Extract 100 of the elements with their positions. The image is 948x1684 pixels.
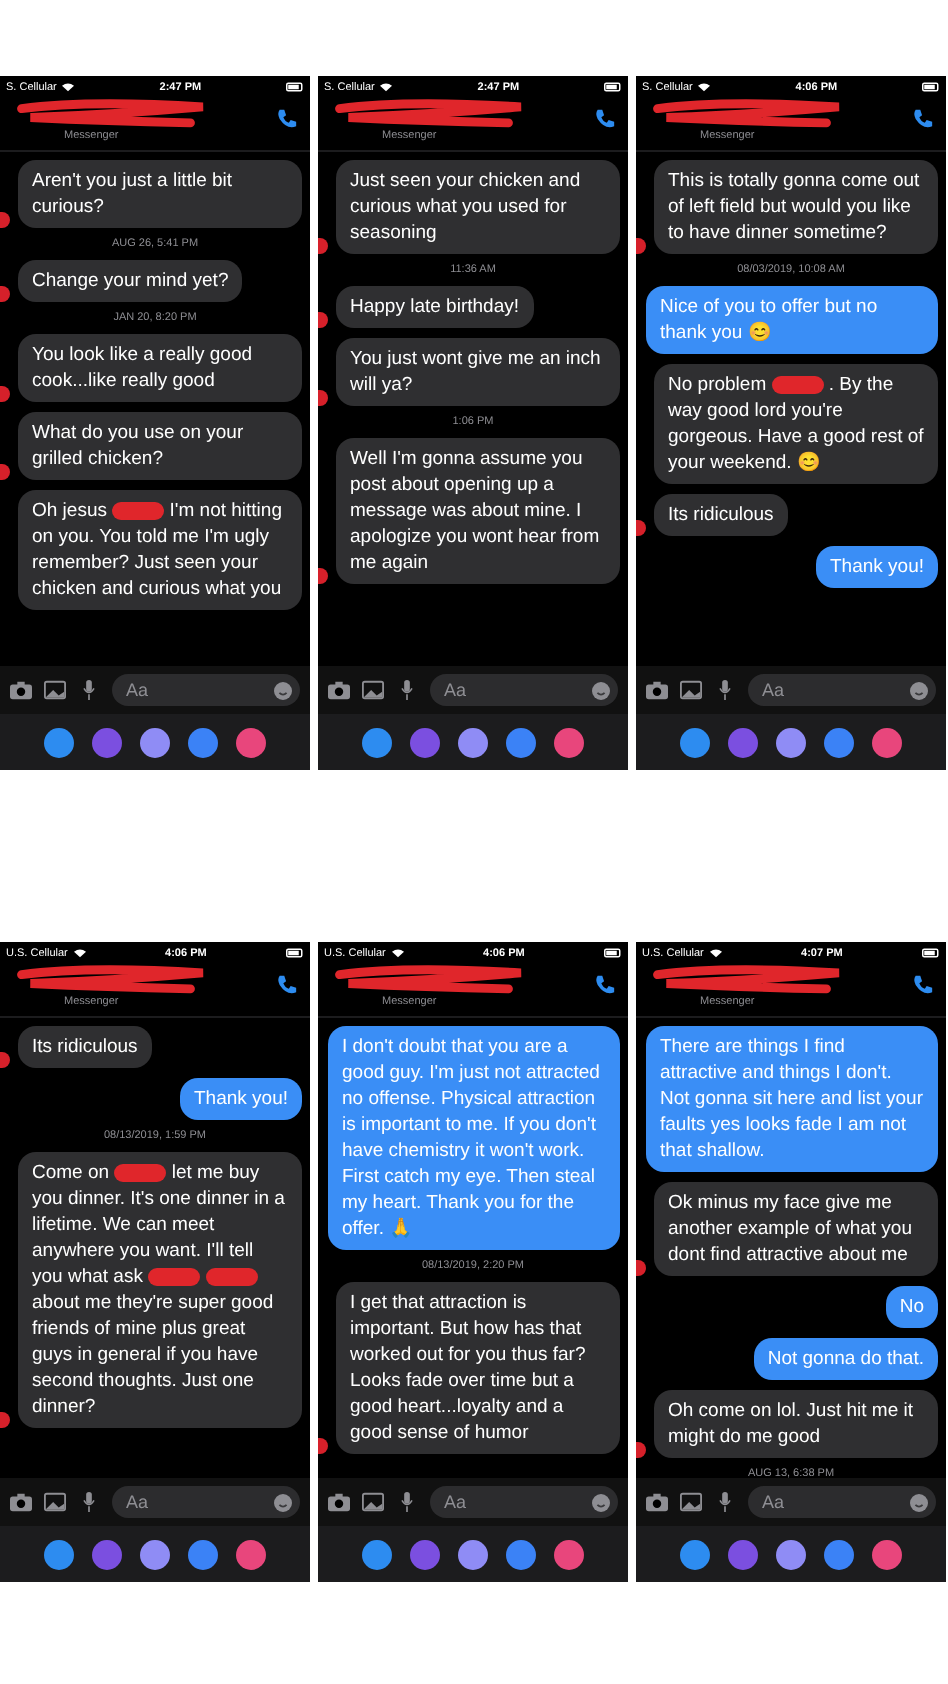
app-icon[interactable] [44,1539,74,1569]
wifi-icon [698,82,711,92]
message-bubble: Thank you! [180,1078,302,1120]
app-icon[interactable] [188,1539,218,1569]
app-icon[interactable] [458,727,488,757]
message-field[interactable]: Aa [112,1486,300,1518]
app-icon[interactable] [824,727,854,757]
app-icon[interactable] [506,1539,536,1569]
message-bubble: Aren't you just a little bit curious? [18,160,302,228]
image-icon[interactable] [44,680,66,700]
message-bubble: This is totally gonna come out of left field but would you like to have dinner sometime? [654,160,938,254]
mic-icon[interactable] [396,680,418,700]
message-bubble: Happy late birthday! [336,286,533,328]
wifi-icon [380,82,393,92]
app-icon[interactable] [680,1539,710,1569]
app-icon[interactable] [776,727,806,757]
battery-icon [603,948,622,958]
app-icon[interactable] [410,727,440,757]
wifi-icon [73,948,86,958]
message-bubble: What do you use on your grilled chicken? [18,412,302,480]
app-icon[interactable] [680,727,710,757]
wifi-icon [391,948,404,958]
smiley-icon[interactable] [592,681,610,699]
camera-icon[interactable] [328,680,350,700]
message-bubble: Not gonna do that. [753,1338,938,1380]
message-bubble: Thank you! [816,546,938,588]
camera-icon[interactable] [10,1492,32,1512]
app-icon[interactable] [236,1539,266,1569]
wifi-icon [62,82,75,92]
message-bubble: No [885,1286,938,1328]
wifi-icon [709,948,722,958]
smiley-icon[interactable] [274,681,292,699]
app-icon[interactable] [92,727,122,757]
app-icon[interactable] [728,1539,758,1569]
phone-icon[interactable] [276,974,298,996]
image-icon[interactable] [362,1492,384,1512]
phone-icon[interactable] [276,108,298,130]
message-field[interactable]: Aa [748,1486,936,1518]
phone-icon[interactable] [912,108,934,130]
app-icon[interactable] [92,1539,122,1569]
app-icon[interactable] [554,1539,584,1569]
message-bubble: You just wont give me an inch will ya? [336,338,620,406]
smiley-icon[interactable] [592,1493,610,1511]
battery-icon [921,948,940,958]
message-field[interactable]: Aa [430,674,618,706]
app-icon[interactable] [728,727,758,757]
image-icon[interactable] [44,1492,66,1512]
app-icon[interactable] [824,1539,854,1569]
app-icon[interactable] [140,1539,170,1569]
mic-icon[interactable] [78,680,100,700]
message-bubble: Well I'm gonna assume you post about opening up a message was about mine. I apologize you wont hear from me again [336,438,620,584]
smiley-icon[interactable] [910,1493,928,1511]
message-bubble: Ok minus my face give me another example of what you dont find attractive about me [654,1182,938,1276]
message-bubble: No problem . By the way good lord you're gorgeous. Have a good rest of your weekend. 😊 [654,364,938,484]
message-bubble: Change your mind yet? [18,260,243,302]
phone-icon[interactable] [912,974,934,996]
message-bubble: You look like a really good cook...like really good [18,334,302,402]
app-icon[interactable] [506,727,536,757]
camera-icon[interactable] [646,1492,668,1512]
app-icon[interactable] [554,727,584,757]
camera-icon[interactable] [10,680,32,700]
app-icon[interactable] [140,727,170,757]
message-bubble: Nice of you to offer but no thank you 😊 [646,286,938,354]
app-icon[interactable] [362,1539,392,1569]
mic-icon[interactable] [396,1492,418,1512]
image-icon[interactable] [680,1492,702,1512]
message-field[interactable]: Aa [748,674,936,706]
message-bubble: I get that attraction is important. But how has that worked out for you thus far? Looks fade over time but a good heart...loyalty and a good sense of humor [336,1282,620,1454]
message-field[interactable]: Aa [112,674,300,706]
mic-icon[interactable] [714,1492,736,1512]
message-bubble: There are things I find attractive and things I don't. Not gonna sit here and list your faults yes looks fade I am not that shallow. [646,1026,938,1172]
camera-icon[interactable] [646,680,668,700]
smiley-icon[interactable] [910,681,928,699]
app-icon[interactable] [776,1539,806,1569]
smiley-icon[interactable] [274,1493,292,1511]
battery-icon [603,82,622,92]
app-icon[interactable] [44,727,74,757]
phone-icon[interactable] [594,974,616,996]
image-icon[interactable] [362,680,384,700]
app-icon[interactable] [410,1539,440,1569]
battery-icon [285,948,304,958]
message-field[interactable]: Aa [430,1486,618,1518]
message-bubble: Its ridiculous [18,1026,152,1068]
app-icon[interactable] [872,727,902,757]
message-bubble: Oh jesus I'm not hitting on you. You told me I'm ugly remember? Just seen your chicken and curious what you [18,490,302,610]
mic-icon[interactable] [78,1492,100,1512]
app-icon[interactable] [362,727,392,757]
app-icon[interactable] [188,727,218,757]
message-bubble: I don't doubt that you are a good guy. I'm just not attracted no offense. Physical attraction is important to me. If you don't have chemistry it won't work. First catch my eye. Then steal my heart. Thank you for the offer. 🙏 [328,1026,620,1250]
app-icon[interactable] [236,727,266,757]
message-bubble: Just seen your chicken and curious what you used for seasoning [336,160,620,254]
camera-icon[interactable] [328,1492,350,1512]
battery-icon [921,82,940,92]
message-bubble: Come on let me buy you dinner. It's one dinner in a lifetime. We can meet anywhere you want. I'll tell you what ask about me they're super good friends of mine plus great guys in general if you have second thoughts. Just one dinner? [18,1152,302,1428]
phone-icon[interactable] [594,108,616,130]
image-icon[interactable] [680,680,702,700]
app-icon[interactable] [872,1539,902,1569]
mic-icon[interactable] [714,680,736,700]
message-bubble: Its ridiculous [654,494,788,536]
app-icon[interactable] [458,1539,488,1569]
